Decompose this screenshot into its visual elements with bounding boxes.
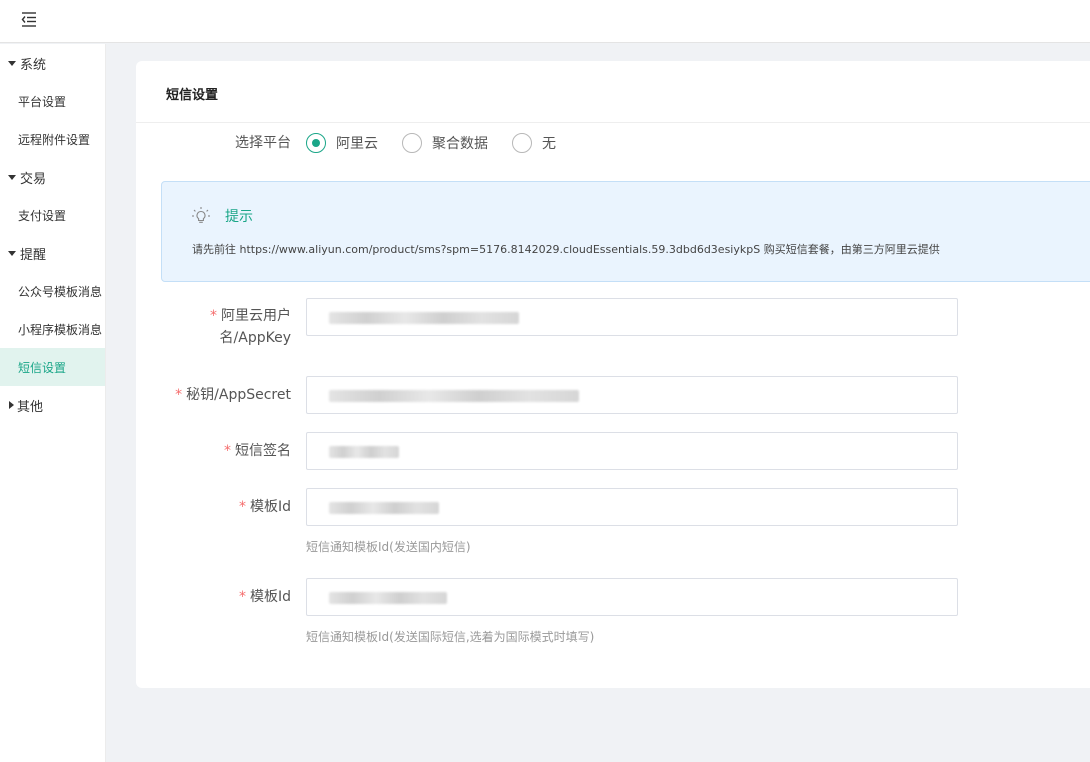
sidebar-group-other[interactable]: 其他 xyxy=(0,386,105,424)
radio-juhe[interactable]: 聚合数据 xyxy=(402,133,488,153)
sidebar-group-system[interactable]: 系统 xyxy=(0,44,105,82)
template-label: * 模板Id xyxy=(151,496,291,518)
sign-label: * 短信签名 xyxy=(151,440,291,462)
required-mark: * xyxy=(238,589,246,605)
appsecret-label-text: 秘钥/AppSecret xyxy=(186,387,291,403)
radio-none[interactable]: 无 xyxy=(512,133,556,153)
sidebar-group-trade[interactable]: 交易 xyxy=(0,158,105,196)
sidebar-item-label: 平台设置 xyxy=(18,94,67,109)
divider xyxy=(136,122,1090,123)
caret-down-icon xyxy=(8,60,16,66)
appsecret-label: * 秘钥/AppSecret xyxy=(151,384,291,406)
redacted-value xyxy=(329,592,447,604)
radio-checked-icon xyxy=(306,133,326,153)
caret-down-icon xyxy=(8,174,16,180)
required-mark: * xyxy=(224,443,231,459)
sidebar-item-label: 支付设置 xyxy=(18,208,67,223)
template-label-text: 模板Id xyxy=(249,499,291,515)
intl-template-label: * 模板Id xyxy=(151,586,291,608)
appkey-label: * 阿里云用户名/AppKey xyxy=(151,305,291,349)
radio-label: 阿里云 xyxy=(336,136,378,152)
sidebar-group-label: 提醒 xyxy=(20,247,47,263)
sidebar-group-label: 系统 xyxy=(20,57,47,73)
sidebar-group-label: 交易 xyxy=(20,171,47,187)
redacted-value xyxy=(329,502,439,514)
redacted-value xyxy=(329,446,399,458)
menu-fold-icon[interactable] xyxy=(20,10,38,28)
required-mark: * xyxy=(238,499,246,515)
platform-label: 选择平台 xyxy=(235,135,291,151)
intl-template-help-text: 短信通知模板Id(发送国际短信,选着为国际模式时填写) xyxy=(306,630,595,644)
appsecret-input[interactable] xyxy=(306,376,958,414)
tip-alert: 提示 请先前往 https://www.aliyun.com/product/s… xyxy=(161,181,1090,282)
sidebar-item-platform-settings[interactable]: 平台设置 xyxy=(0,82,105,120)
required-mark: * xyxy=(175,387,183,403)
sidebar-item-payment-settings[interactable]: 支付设置 xyxy=(0,196,105,234)
radio-unchecked-icon xyxy=(402,133,422,153)
required-mark: * xyxy=(210,308,217,324)
radio-unchecked-icon xyxy=(512,133,532,153)
sign-input[interactable] xyxy=(306,432,958,470)
radio-label: 无 xyxy=(542,136,556,152)
template-id-input[interactable] xyxy=(306,488,958,526)
sms-settings-card: 短信设置 选择平台 阿里云 聚合数据 无 提示 请先前往 https://www… xyxy=(136,61,1090,688)
sign-label-text: 短信签名 xyxy=(235,443,291,459)
platform-radio-group: 阿里云 聚合数据 无 xyxy=(306,132,580,154)
redacted-value xyxy=(329,390,579,402)
intl-template-id-input[interactable] xyxy=(306,578,958,616)
sidebar-item-label: 短信设置 xyxy=(18,360,67,375)
lightbulb-icon xyxy=(192,207,210,223)
sidebar-item-remote-attachment[interactable]: 远程附件设置 xyxy=(0,120,105,158)
appkey-label-text: 阿里云用户名/AppKey xyxy=(219,308,291,346)
sidebar-item-sms-settings[interactable]: 短信设置 xyxy=(0,348,105,386)
caret-down-icon xyxy=(8,250,16,256)
template-help-text: 短信通知模板Id(发送国内短信) xyxy=(306,540,471,554)
tip-title: 提示 xyxy=(225,209,253,225)
sidebar-item-label: 公众号模板消息 xyxy=(18,284,103,299)
sidebar-group-reminder[interactable]: 提醒 xyxy=(0,234,105,272)
tip-text: 请先前往 https://www.aliyun.com/product/sms?… xyxy=(192,243,940,256)
sidebar-item-label: 小程序模板消息 xyxy=(18,322,103,337)
radio-label: 聚合数据 xyxy=(432,136,488,152)
sidebar-item-mp-template[interactable]: 公众号模板消息 xyxy=(0,272,105,310)
radio-aliyun[interactable]: 阿里云 xyxy=(306,133,378,153)
sidebar-item-label: 远程附件设置 xyxy=(18,132,91,147)
sidebar-item-miniapp-template[interactable]: 小程序模板消息 xyxy=(0,310,105,348)
appkey-input[interactable] xyxy=(306,298,958,336)
caret-right-icon xyxy=(9,401,14,409)
card-title: 短信设置 xyxy=(166,88,219,103)
intl-template-label-text: 模板Id xyxy=(249,589,291,605)
top-bar xyxy=(0,0,1090,43)
sidebar-group-label: 其他 xyxy=(17,399,44,415)
sidebar: 系统 平台设置 远程附件设置 交易 支付设置 提醒 公众号模板消息 小程序模板消… xyxy=(0,44,106,762)
redacted-value xyxy=(329,312,519,324)
